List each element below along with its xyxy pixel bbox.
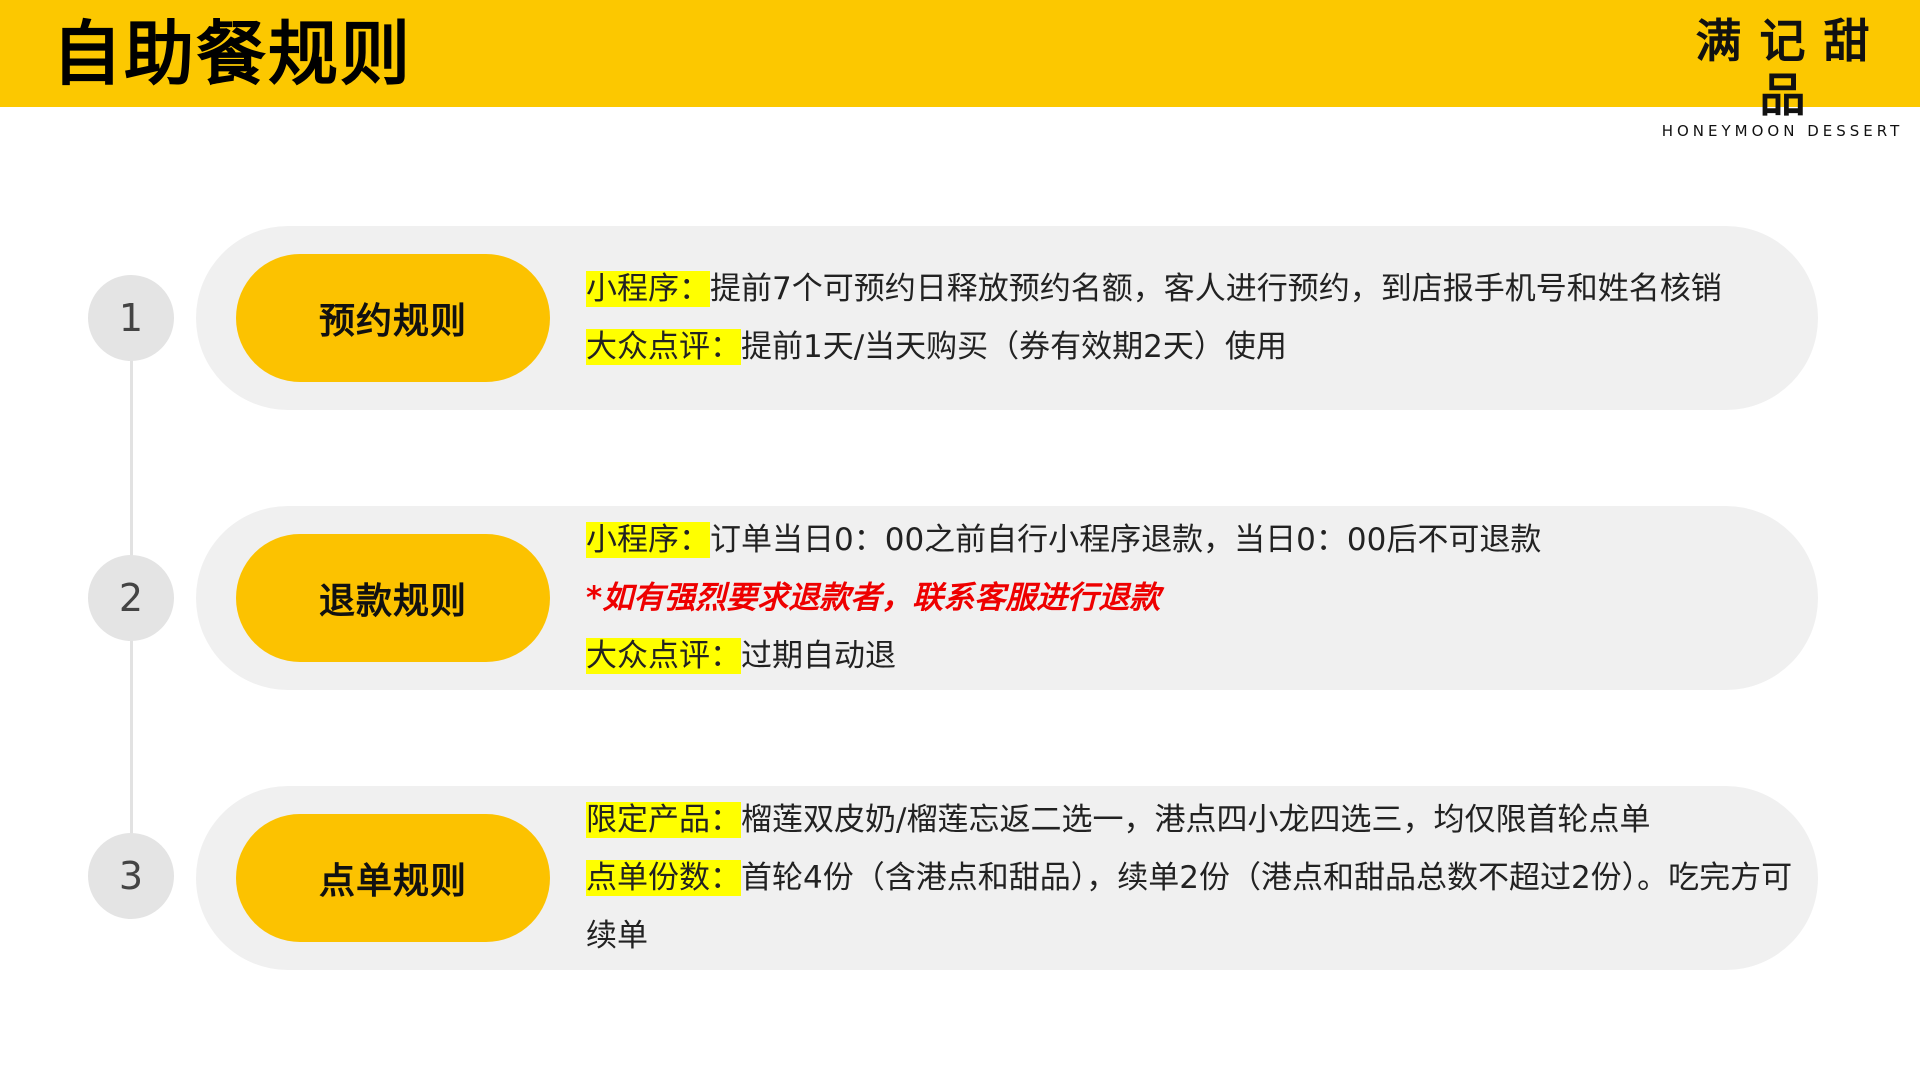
rule-label: 大众点评： [586, 638, 741, 674]
refund-warning-text: *如有强烈要求退款者，联系客服进行退款 [586, 580, 1161, 616]
rule-title-reservation: 预约规则 [236, 254, 550, 382]
rule-card-reservation: 预约规则 小程序：提前7个可预约日释放预约名额，客人进行预约，到店报手机号和姓名… [196, 226, 1818, 410]
rule-title-ordering: 点单规则 [236, 814, 550, 942]
rule-text: 订单当日0：00之前自行小程序退款，当日0：00后不可退款 [710, 522, 1542, 558]
step-number-3: 3 [88, 833, 174, 919]
step-number-1: 1 [88, 275, 174, 361]
rule-line: 限定产品：榴莲双皮奶/榴莲忘返二选一，港点四小龙四选三，均仅限首轮点单 [586, 791, 1796, 849]
page-title: 自助餐规则 [52, 13, 412, 95]
brand-logo: 满记甜品 HONEYMOON DESSERT [1655, 14, 1910, 140]
header-bar: 自助餐规则 满记甜品 HONEYMOON DESSERT [0, 0, 1920, 140]
rule-label: 大众点评： [586, 329, 741, 365]
rule-label: 限定产品： [586, 802, 741, 838]
rule-text: 提前7个可预约日释放预约名额，客人进行预约，到店报手机号和姓名核销 [710, 271, 1722, 307]
rule-label: 小程序： [586, 522, 710, 558]
rule-text: 过期自动退 [741, 638, 896, 674]
rule-line: 小程序：订单当日0：00之前自行小程序退款，当日0：00后不可退款 [586, 511, 1796, 569]
rule-card-refund: 退款规则 小程序：订单当日0：00之前自行小程序退款，当日0：00后不可退款 *… [196, 506, 1818, 690]
rule-line: 大众点评：提前1天/当天购买（券有效期2天）使用 [586, 318, 1796, 376]
rule-line: 大众点评：过期自动退 [586, 627, 1796, 685]
rule-line: 小程序：提前7个可预约日释放预约名额，客人进行预约，到店报手机号和姓名核销 [586, 260, 1796, 318]
logo-chinese-text: 满记甜品 [1695, 14, 1888, 122]
rule-details: 限定产品：榴莲双皮奶/榴莲忘返二选一，港点四小龙四选三，均仅限首轮点单 点单份数… [586, 786, 1796, 970]
step-number-2: 2 [88, 555, 174, 641]
rule-text: 榴莲双皮奶/榴莲忘返二选一，港点四小龙四选三，均仅限首轮点单 [741, 802, 1651, 838]
rule-text: 首轮4份（含港点和甜品），续单2份（港点和甜品总数不超过2份）。吃完方可续单 [586, 860, 1793, 954]
rule-label: 点单份数： [586, 860, 741, 896]
rule-line: 点单份数：首轮4份（含港点和甜品），续单2份（港点和甜品总数不超过2份）。吃完方… [586, 849, 1796, 965]
rule-card-ordering: 点单规则 限定产品：榴莲双皮奶/榴莲忘返二选一，港点四小龙四选三，均仅限首轮点单… [196, 786, 1818, 970]
rule-details: 小程序：提前7个可预约日释放预约名额，客人进行预约，到店报手机号和姓名核销 大众… [586, 226, 1796, 410]
rule-title-refund: 退款规则 [236, 534, 550, 662]
rule-label: 小程序： [586, 271, 710, 307]
rule-details: 小程序：订单当日0：00之前自行小程序退款，当日0：00后不可退款 *如有强烈要… [586, 506, 1796, 690]
rule-text: 提前1天/当天购买（券有效期2天）使用 [741, 329, 1287, 365]
logo-english-text: HONEYMOON DESSERT [1661, 122, 1904, 140]
